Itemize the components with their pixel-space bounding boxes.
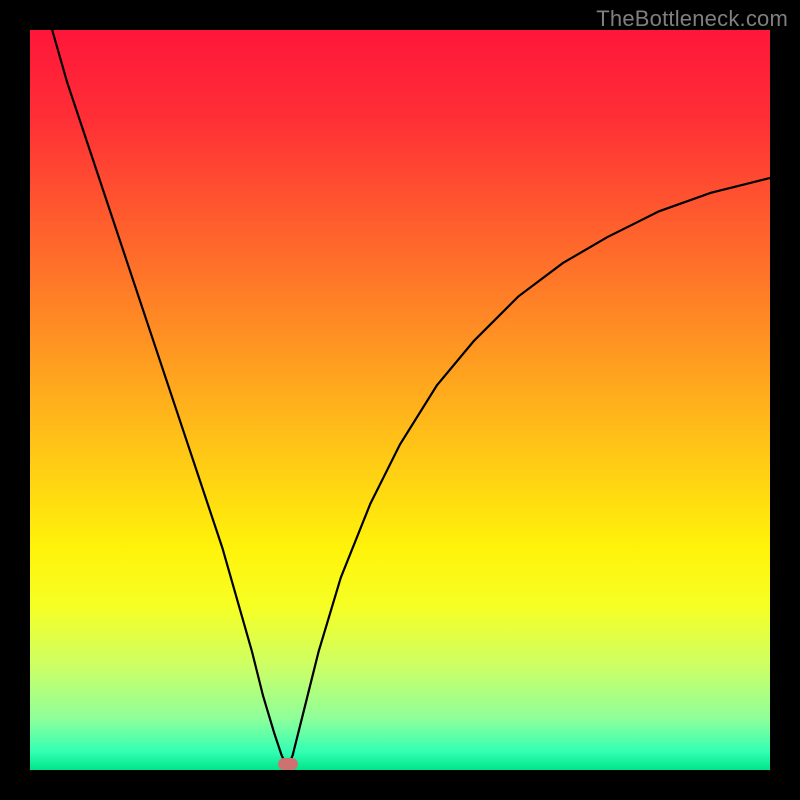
gradient-plot	[30, 30, 770, 770]
chart-frame: TheBottleneck.com	[0, 0, 800, 800]
plot-area	[30, 30, 770, 770]
optimal-marker	[278, 758, 298, 770]
watermark-text: TheBottleneck.com	[596, 6, 788, 32]
gradient-background	[30, 30, 770, 770]
